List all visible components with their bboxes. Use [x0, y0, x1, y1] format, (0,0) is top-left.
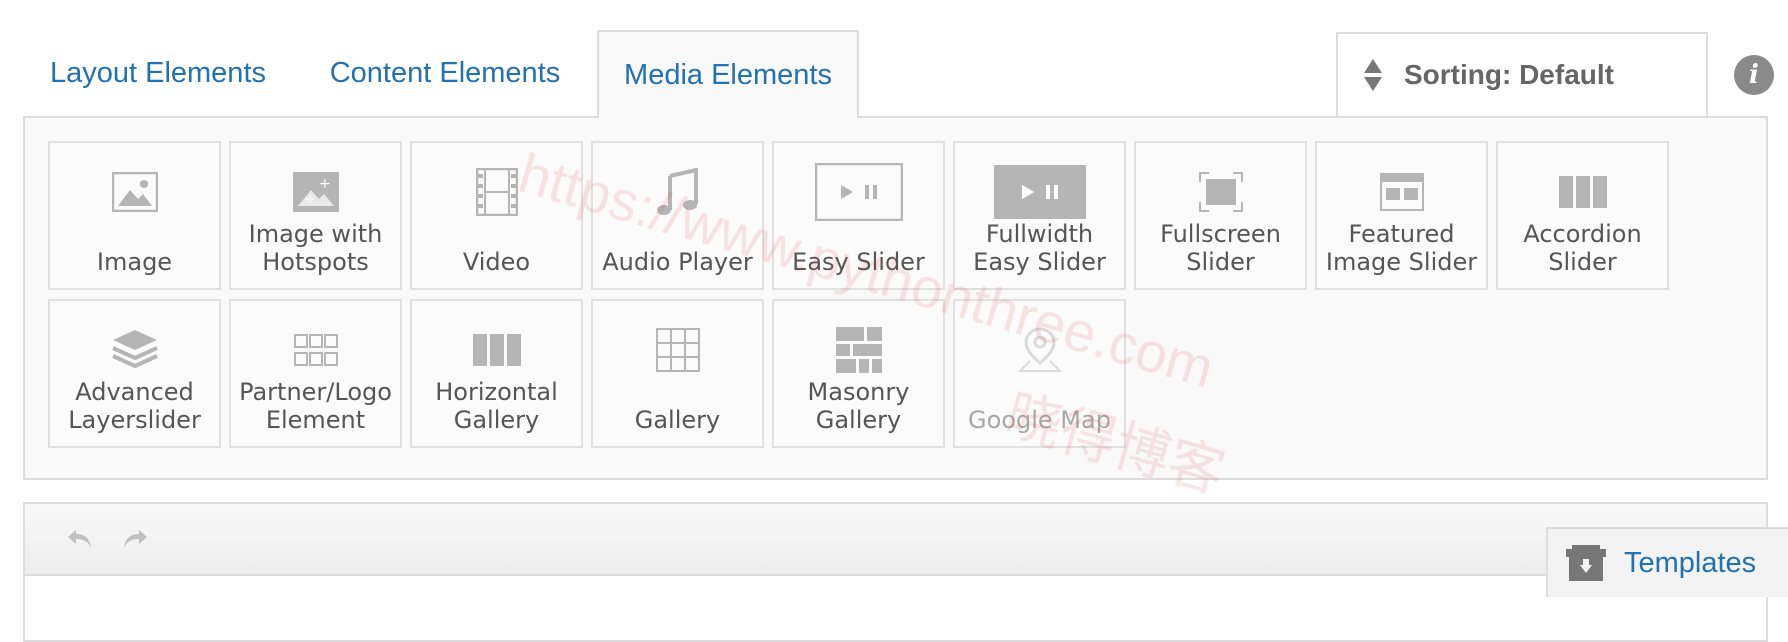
- element-fullscreen-slider[interactable]: Fullscreen Slider: [1134, 141, 1307, 290]
- sorting-label: Sorting: Default: [1404, 59, 1614, 90]
- element-label: Fullscreen Slider: [1160, 220, 1281, 276]
- templates-button[interactable]: Templates: [1546, 527, 1788, 597]
- accordion-icon: [1498, 167, 1667, 217]
- element-easy-slider[interactable]: Easy Slider: [772, 141, 945, 290]
- sort-arrows-icon: [1362, 59, 1384, 91]
- horizontal-gallery-icon: [412, 325, 581, 375]
- template-box-icon: [1566, 545, 1606, 581]
- editor-canvas: [23, 502, 1768, 642]
- music-note-icon: [593, 167, 762, 217]
- fullwidth-slider-icon: [955, 165, 1124, 219]
- layers-icon: [50, 325, 219, 375]
- easy-slider-icon: [774, 163, 943, 221]
- element-label: Image: [96, 248, 173, 276]
- element-fullwidth-easy-slider[interactable]: Fullwidth Easy Slider: [953, 141, 1126, 290]
- grid-icon: [593, 325, 762, 375]
- element-featured-image-slider[interactable]: Featured Image Slider: [1315, 141, 1488, 290]
- element-label: Image with Hotspots: [248, 220, 383, 276]
- fullscreen-icon: [1136, 167, 1305, 217]
- element-image-with-hotspots[interactable]: + + Image with Hotspots: [229, 141, 402, 290]
- redo-icon[interactable]: [120, 524, 150, 554]
- element-gallery[interactable]: Gallery: [591, 299, 764, 448]
- editor-toolbar: [25, 504, 1766, 576]
- element-label: Video: [462, 248, 531, 276]
- element-label: Featured Image Slider: [1325, 220, 1478, 276]
- element-image[interactable]: Image: [48, 141, 221, 290]
- element-google-map[interactable]: Google Map: [953, 299, 1126, 448]
- sorting-dropdown[interactable]: Sorting: Default: [1336, 32, 1708, 116]
- undo-icon[interactable]: [65, 524, 95, 554]
- element-video[interactable]: Video: [410, 141, 583, 290]
- map-pin-icon: [955, 325, 1124, 375]
- logo-grid-icon: [231, 325, 400, 375]
- element-label: Gallery: [634, 406, 721, 434]
- element-label: Accordion Slider: [1523, 220, 1642, 276]
- image-hotspots-icon: + +: [231, 167, 400, 217]
- element-label: Google Map: [968, 406, 1111, 434]
- masonry-icon: [774, 325, 943, 375]
- featured-slider-icon: [1317, 167, 1486, 217]
- element-label: Horizontal Gallery: [435, 378, 558, 434]
- templates-label: Templates: [1624, 546, 1757, 579]
- element-partner-logo[interactable]: Partner/Logo Element: [229, 299, 402, 448]
- tab-layout-elements[interactable]: Layout Elements: [23, 30, 293, 116]
- svg-text:+: +: [305, 192, 315, 206]
- element-advanced-layerslider[interactable]: Advanced Layerslider: [48, 299, 221, 448]
- element-label: Advanced Layerslider: [68, 378, 201, 434]
- tab-content-elements[interactable]: Content Elements: [300, 30, 590, 116]
- element-masonry-gallery[interactable]: Masonry Gallery: [772, 299, 945, 448]
- element-label: Fullwidth Easy Slider: [973, 220, 1106, 276]
- element-horizontal-gallery[interactable]: Horizontal Gallery: [410, 299, 583, 448]
- element-audio-player[interactable]: Audio Player: [591, 141, 764, 290]
- tab-media-elements[interactable]: Media Elements: [597, 30, 859, 118]
- element-label: Audio Player: [602, 248, 753, 276]
- element-label: Partner/Logo Element: [239, 378, 392, 434]
- element-accordion-slider[interactable]: Accordion Slider: [1496, 141, 1669, 290]
- image-icon: [50, 167, 219, 217]
- element-label: Masonry Gallery: [807, 378, 910, 434]
- film-icon: [412, 167, 581, 217]
- info-icon[interactable]: i: [1734, 55, 1774, 95]
- element-label: Easy Slider: [792, 248, 925, 276]
- svg-text:+: +: [319, 176, 331, 192]
